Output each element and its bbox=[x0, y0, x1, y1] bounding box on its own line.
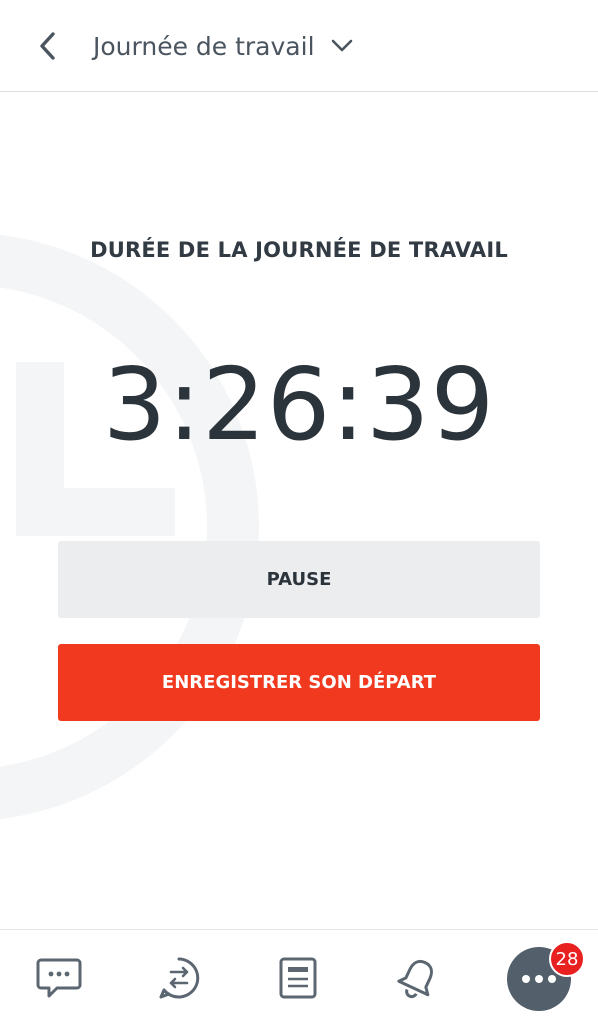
workday-panel: DURÉE DE LA JOURNÉE DE TRAVAIL 3:26:39 P… bbox=[0, 93, 598, 929]
chevron-down-icon bbox=[331, 39, 353, 53]
bottom-navigation: 28 bbox=[0, 929, 598, 1024]
conversations-icon bbox=[159, 957, 200, 999]
top-app-bar: Journée de travail bbox=[0, 0, 598, 92]
chevron-left-icon bbox=[40, 32, 55, 60]
chat-bubble-icon bbox=[36, 958, 82, 998]
duration-label: DURÉE DE LA JOURNÉE DE TRAVAIL bbox=[90, 238, 508, 262]
notification-count-badge: 28 bbox=[549, 941, 585, 977]
pause-button[interactable]: PAUSE bbox=[58, 541, 540, 618]
more-icon bbox=[522, 975, 556, 983]
nav-conversations[interactable] bbox=[149, 948, 209, 1008]
nav-notifications[interactable] bbox=[388, 948, 448, 1008]
nav-feed[interactable] bbox=[268, 948, 328, 1008]
nav-chat[interactable] bbox=[29, 948, 89, 1008]
feed-icon bbox=[279, 957, 317, 999]
title-dropdown[interactable]: Journée de travail bbox=[93, 22, 353, 70]
elapsed-timer: 3:26:39 bbox=[102, 346, 496, 463]
page-title: Journée de travail bbox=[93, 31, 315, 61]
check-out-button[interactable]: ENREGISTRER SON DÉPART bbox=[58, 644, 540, 721]
work-day-screen: Journée de travail DURÉE DE LA JOURNÉE D… bbox=[0, 0, 598, 1024]
bell-icon bbox=[397, 959, 433, 999]
back-button[interactable] bbox=[26, 22, 70, 70]
